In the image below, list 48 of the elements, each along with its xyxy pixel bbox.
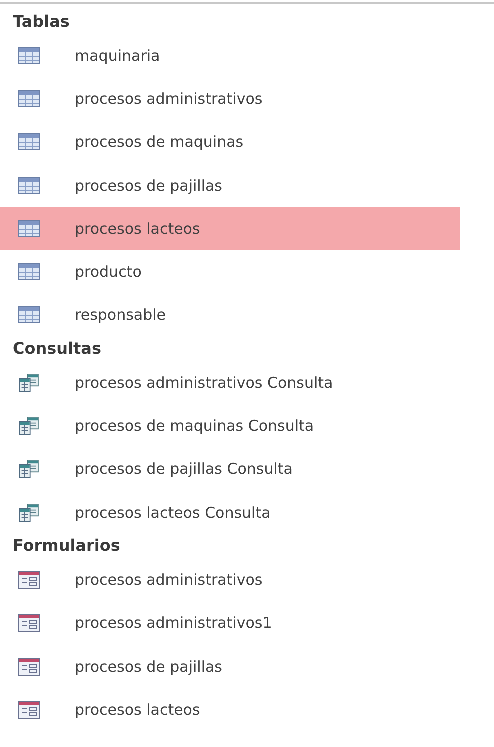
- object-item[interactable]: procesos administrativos1: [0, 602, 460, 645]
- form-icon: [18, 614, 40, 632]
- table-icon: [18, 306, 40, 324]
- object-name: procesos de maquinas: [75, 133, 244, 152]
- stacked-tables-icon: [18, 460, 40, 478]
- object-name: procesos de pajillas: [75, 658, 222, 676]
- object-name: procesos administrativos Consulta: [75, 374, 334, 392]
- table-icon: [18, 133, 40, 152]
- object-name: procesos de maquinas Consulta: [75, 417, 314, 436]
- object-name: procesos administrativos: [75, 90, 263, 108]
- group-header[interactable]: Consultas: [0, 337, 494, 362]
- object-name: procesos lacteos: [75, 220, 200, 238]
- object-name: procesos administrativos1: [75, 614, 272, 632]
- table-icon: [18, 90, 40, 108]
- form-icon: [18, 700, 40, 719]
- object-item[interactable]: procesos lacteos: [0, 688, 460, 732]
- object-name: procesos administrativos: [75, 570, 263, 589]
- stacked-tables-icon: [18, 417, 40, 436]
- object-item[interactable]: procesos de pajillas: [0, 164, 460, 208]
- object-name: procesos lacteos: [75, 700, 200, 719]
- group-header[interactable]: Tablas: [0, 10, 494, 34]
- group-header[interactable]: Formularios: [0, 534, 494, 558]
- object-item[interactable]: producto: [0, 250, 460, 294]
- object-item[interactable]: procesos de pajillas Consulta: [0, 448, 460, 491]
- table-icon: [18, 263, 40, 282]
- object-item[interactable]: procesos de maquinas Consulta: [0, 404, 460, 448]
- table-icon: [18, 176, 40, 195]
- object-item[interactable]: procesos lacteos: [0, 207, 460, 250]
- object-item[interactable]: procesos de maquinas: [0, 120, 460, 164]
- object-name: procesos de pajillas: [75, 176, 222, 195]
- object-item[interactable]: procesos administrativos: [0, 558, 460, 602]
- object-item[interactable]: procesos de pajillas: [0, 644, 460, 688]
- object-item[interactable]: procesos administrativos: [0, 77, 460, 121]
- stacked-tables-icon: [18, 504, 40, 522]
- object-name: producto: [75, 263, 142, 282]
- object-name: procesos de pajillas Consulta: [75, 460, 293, 478]
- table-icon: [18, 46, 40, 65]
- object-name: responsable: [75, 306, 166, 324]
- stacked-tables-icon: [18, 374, 40, 392]
- object-name: maquinaria: [75, 46, 160, 65]
- form-icon: [18, 658, 40, 676]
- form-icon: [18, 570, 40, 589]
- object-name: procesos lacteos Consulta: [75, 504, 271, 522]
- object-item[interactable]: responsable: [0, 294, 460, 338]
- object-item[interactable]: procesos lacteos Consulta: [0, 490, 460, 534]
- object-item[interactable]: maquinaria: [0, 34, 460, 78]
- table-icon: [18, 220, 40, 238]
- object-item[interactable]: procesos administrativos Consulta: [0, 361, 460, 404]
